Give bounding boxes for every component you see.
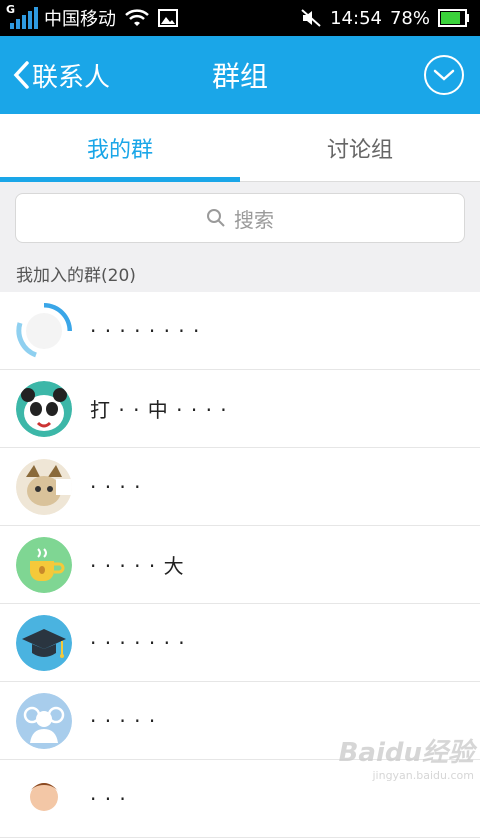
group-name: · · · (90, 787, 127, 811)
watermark: Baidu经验 jingyan.baidu.com (339, 732, 474, 782)
graduation-cap-avatar (16, 615, 72, 671)
search-placeholder: 搜索 (234, 204, 274, 233)
list-item[interactable]: · · · · · 大 (0, 526, 480, 604)
tab-my-groups[interactable]: 我的群 (0, 114, 240, 181)
panda-avatar (16, 381, 72, 437)
people-group-avatar (16, 693, 72, 749)
blurred-circle-avatar (16, 303, 72, 359)
tab-bar: 我的群 讨论组 (0, 114, 480, 182)
list-item[interactable]: 打 · · 中 · · · · (0, 370, 480, 448)
search-area: 搜索 (0, 182, 480, 254)
title-bar: 联系人 群组 (0, 36, 480, 114)
status-bar: G 中国移动 14:54 78% (0, 0, 480, 36)
battery-icon (438, 9, 470, 27)
group-name: 打 · · 中 · · · · (90, 394, 228, 423)
back-button[interactable]: 联系人 (0, 57, 110, 94)
watermark-url: jingyan.baidu.com (339, 769, 474, 782)
back-label: 联系人 (32, 57, 110, 94)
person-avatar (16, 771, 72, 827)
group-name: · · · · · 大 (90, 550, 185, 579)
group-name: · · · · · · · (90, 631, 186, 655)
search-input[interactable]: 搜索 (15, 193, 465, 243)
chevron-left-icon (12, 60, 30, 90)
list-item[interactable]: · · · · · · · · (0, 292, 480, 370)
battery-percent: 78% (390, 8, 430, 29)
carrier-label: 中国移动 (44, 5, 116, 31)
list-item[interactable]: · · · · · · · (0, 604, 480, 682)
cat-avatar (16, 459, 72, 515)
chevron-down-icon (433, 68, 455, 82)
more-menu-button[interactable] (424, 55, 464, 95)
coffee-cup-avatar (16, 537, 72, 593)
tab-discussion-groups[interactable]: 讨论组 (240, 114, 480, 181)
mute-icon (300, 8, 322, 28)
image-notification-icon (158, 9, 178, 27)
section-header[interactable]: 我加入的群(20) (0, 254, 480, 292)
watermark-text: Baidu经验 (339, 738, 474, 768)
signal-icon: G (6, 7, 36, 29)
clock: 14:54 (330, 8, 382, 29)
wifi-icon (124, 8, 150, 28)
group-name: · · · · · (90, 709, 156, 733)
group-name: · · · · · · · · (90, 319, 200, 343)
search-icon (206, 208, 226, 228)
group-name: · · · · (90, 475, 142, 499)
list-item[interactable]: · · · · (0, 448, 480, 526)
